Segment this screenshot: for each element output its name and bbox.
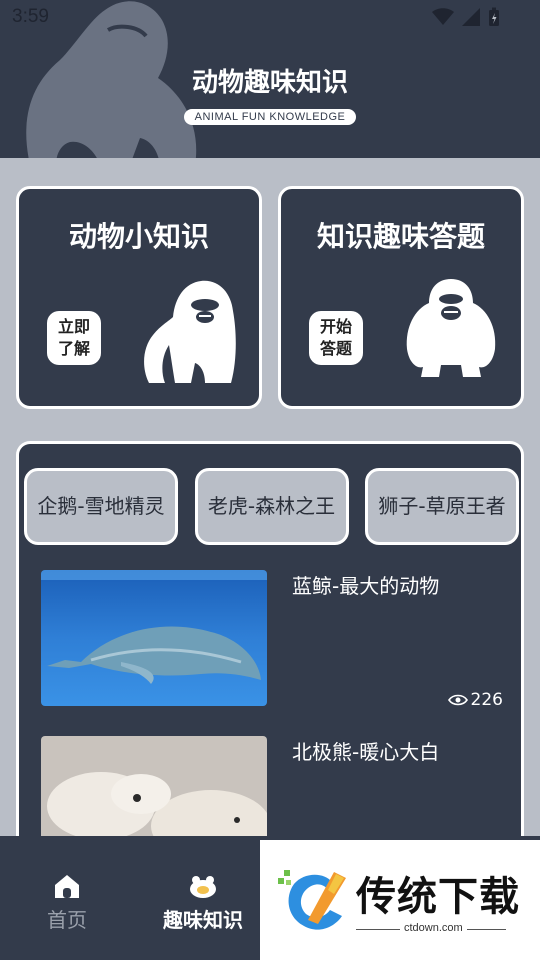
quiz-card[interactable]: 知识趣味答题 开始 答题 <box>278 186 524 409</box>
cellular-signal-icon <box>462 8 480 26</box>
animal-facts-card[interactable]: 动物小知识 立即 了解 <box>16 186 262 409</box>
tab-label: 趣味知识 <box>163 908 243 932</box>
home-icon <box>55 875 79 898</box>
tag-penguin[interactable]: 企鹅-雪地精灵 <box>24 468 178 545</box>
eye-icon <box>447 694 468 706</box>
start-quiz-button[interactable]: 开始 答题 <box>309 311 363 365</box>
card-title: 知识趣味答题 <box>316 220 485 253</box>
watermark-url: ctdown.com <box>400 922 467 934</box>
tab-home[interactable]: 首页 <box>12 872 122 933</box>
tab-fun-knowledge[interactable]: 趣味知识 <box>148 872 258 933</box>
card-title: 动物小知识 <box>68 220 209 253</box>
view-count-value: 226 <box>470 690 503 710</box>
brand-logo-icon <box>278 870 346 930</box>
wifi-icon <box>432 8 454 25</box>
content-panel: 企鹅-雪地精灵 老虎-森林之王 狮子-草原王者 蓝鲸-最大的动物 226 北极熊… <box>16 441 524 871</box>
list-item[interactable]: 蓝鲸-最大的动物 226 <box>41 570 503 710</box>
app-header: 3:59 动物趣味知识 ANIMAL FUN KNOWLEDGE <box>0 0 540 158</box>
watermark: 传统下载 ctdown.com <box>260 840 540 960</box>
blue-whale-image <box>41 570 267 706</box>
page-title: 动物趣味知识 <box>191 68 348 98</box>
learn-now-button[interactable]: 立即 了解 <box>47 311 101 365</box>
tag-lion[interactable]: 狮子-草原王者 <box>365 468 519 545</box>
article-title: 北极熊-暖心大白 <box>292 740 440 764</box>
watermark-brand: 传统下载 <box>356 874 520 920</box>
fun-knowledge-icon <box>190 876 216 898</box>
status-bar: 3:59 <box>0 0 540 36</box>
battery-icon <box>489 7 499 26</box>
view-count: 226 <box>447 690 503 710</box>
page-subtitle: ANIMAL FUN KNOWLEDGE <box>184 109 356 125</box>
gorilla-icon <box>406 279 496 377</box>
status-icons <box>432 7 500 27</box>
status-time: 3:59 <box>12 6 49 27</box>
article-title: 蓝鲸-最大的动物 <box>292 574 440 598</box>
tab-label: 首页 <box>47 908 87 932</box>
category-tags: 企鹅-雪地精灵 老虎-森林之王 狮子-草原王者 <box>24 468 519 545</box>
tag-tiger[interactable]: 老虎-森林之王 <box>194 468 349 545</box>
gorilla-icon <box>144 280 236 383</box>
